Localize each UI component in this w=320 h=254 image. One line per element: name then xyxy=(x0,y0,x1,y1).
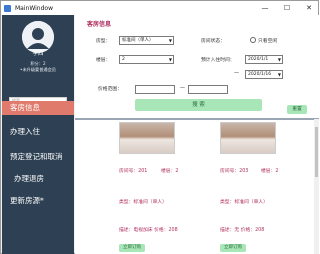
scrollbar-thumb[interactable] xyxy=(315,127,318,177)
nav-item-checkin[interactable]: 办理入住 xyxy=(2,126,74,137)
price-range-dash: — xyxy=(180,85,185,91)
room-number: 房间号：201 xyxy=(119,169,148,174)
close-button[interactable]: ✕ xyxy=(302,4,316,12)
vacant-only-label: 只看空闲 xyxy=(258,39,278,44)
floor-value: 2 xyxy=(122,57,125,62)
chevron-down-icon: ▼ xyxy=(277,72,281,77)
price-range-label: 价格范围： xyxy=(98,87,122,92)
room-floor: 楼层：2 xyxy=(261,169,279,174)
vacant-only-radio[interactable] xyxy=(250,37,256,43)
chevron-down-icon: ▼ xyxy=(168,38,172,43)
chevron-down-icon: ▼ xyxy=(168,57,172,62)
checkin-label: 预计入住时间： xyxy=(201,58,235,63)
title-bar: MainWindow — ☐ ✕ xyxy=(1,1,318,15)
chevron-down-icon: ▼ xyxy=(277,57,281,62)
checkout-date-picker[interactable]: 2020/1/16 ▼ xyxy=(245,70,283,79)
book-now-button[interactable]: 立即订购 xyxy=(220,244,246,252)
window-controls: — ☐ ✕ xyxy=(258,1,316,15)
room-photo xyxy=(220,122,276,154)
user-name: 李四 xyxy=(32,51,44,57)
user-level: •未升级要普通会员 xyxy=(20,67,56,72)
page-title: 客房信息 xyxy=(87,21,112,28)
nav-item-reservation[interactable]: 预定登记和取消 xyxy=(2,151,74,162)
window-title: MainWindow xyxy=(15,4,53,12)
nav-item-room-info[interactable]: 客房信息 xyxy=(2,101,74,115)
date-range-dash: — xyxy=(234,70,239,76)
app-icon xyxy=(4,4,11,12)
reset-button[interactable]: 重置 xyxy=(287,105,307,114)
room-type: 类型：标准间（单人） xyxy=(119,200,167,205)
room-type-label: 房型： xyxy=(96,39,111,44)
floor-select[interactable]: 2 ▼ xyxy=(119,55,174,64)
room-floor: 楼层：2 xyxy=(161,169,179,174)
nav-item-update-rooms[interactable]: 更新房源* xyxy=(2,195,74,206)
room-type-select[interactable]: 标准间（单人） ▼ xyxy=(119,36,174,45)
price-min-input[interactable] xyxy=(135,85,175,94)
room-number: 房间号：203 xyxy=(220,169,249,174)
price-max-input[interactable] xyxy=(188,85,228,94)
book-now-button[interactable]: 立即订购 xyxy=(119,244,145,252)
sidebar: 李四 积分：2 •未升级要普通会员 搜索 客房信息 办理入住 预定登记和取消 办… xyxy=(2,15,74,254)
minimize-button[interactable]: — xyxy=(258,4,272,12)
checkin-date-picker[interactable]: 2020/1/1 ▼ xyxy=(245,55,283,64)
checkout-date-value: 2020/1/16 xyxy=(248,72,272,77)
floor-label: 楼层： xyxy=(96,58,111,63)
maximize-button[interactable]: ☐ xyxy=(280,4,294,12)
room-description: 描述：电视加床 价格：208 xyxy=(119,228,178,233)
room-type: 类型：标准间（单人） xyxy=(220,200,268,205)
nav-item-checkout[interactable]: 办理退房 xyxy=(2,173,74,184)
room-type-value: 标准间（单人） xyxy=(122,38,154,43)
checkin-date-value: 2020/1/1 xyxy=(248,57,269,62)
search-button[interactable]: 搜 索 xyxy=(135,99,262,111)
divider xyxy=(75,118,319,120)
main-window: MainWindow — ☐ ✕ 李四 积分：2 •未升级要普通会员 搜索 客房… xyxy=(0,0,319,254)
room-status-label: 房间状态： xyxy=(201,39,225,44)
room-description: 描述：无 价格：208 xyxy=(220,228,265,233)
results-scrollbar[interactable] xyxy=(314,119,319,254)
room-photo xyxy=(119,122,175,154)
main-panel: 客房信息 房型： 标准间（单人） ▼ 房间状态： 只看空闲 楼层： 2 ▼ 预计… xyxy=(75,15,319,254)
user-info: 积分：2 •未升级要普通会员 xyxy=(2,61,74,73)
